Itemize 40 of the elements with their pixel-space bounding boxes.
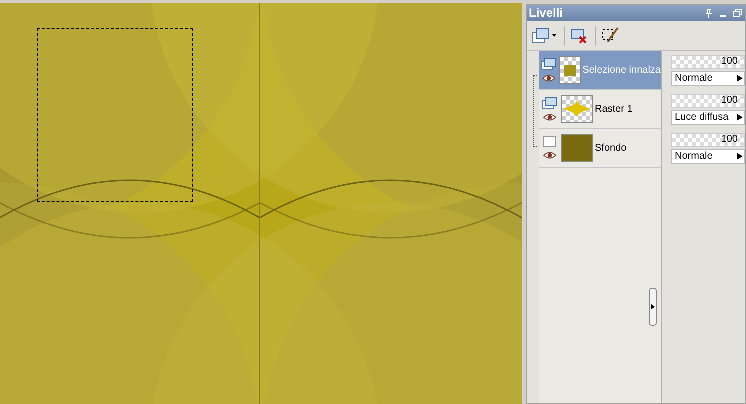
opacity-value: 100 bbox=[721, 57, 738, 67]
caret-icon bbox=[737, 153, 743, 160]
opacity-slider[interactable]: 100 bbox=[671, 94, 745, 108]
blend-mode-value: Luce diffusa bbox=[674, 112, 730, 122]
panel-title: Livelli bbox=[529, 7, 564, 19]
layer-name: Selezione innalza bbox=[582, 64, 661, 78]
edit-selection-button[interactable] bbox=[602, 26, 620, 44]
restore-icon[interactable] bbox=[733, 8, 743, 18]
layer-thumbnail bbox=[559, 56, 581, 84]
layer-row[interactable]: Sfondo bbox=[539, 129, 661, 168]
pin-icon[interactable] bbox=[705, 8, 713, 18]
panel-collapse-handle[interactable] bbox=[649, 288, 657, 326]
opacity-value: 100 bbox=[721, 135, 738, 145]
eye-icon[interactable] bbox=[543, 151, 557, 160]
layer-name: Sfondo bbox=[595, 142, 627, 156]
caret-icon bbox=[737, 75, 743, 82]
page-icon bbox=[543, 136, 557, 148]
opacity-slider[interactable]: 100 bbox=[671, 55, 745, 69]
layers-icon bbox=[542, 96, 558, 110]
layer-thumbnail bbox=[561, 95, 593, 123]
layers-icon bbox=[532, 28, 550, 44]
blend-mode-dropdown[interactable]: Normale bbox=[671, 149, 745, 164]
new-layer-button[interactable] bbox=[531, 28, 558, 44]
eye-icon[interactable] bbox=[543, 112, 557, 122]
caret-icon bbox=[737, 114, 743, 121]
delete-layer-button[interactable] bbox=[571, 28, 589, 44]
blend-mode-dropdown[interactable]: Normale bbox=[671, 71, 745, 86]
layer-thumbnail bbox=[561, 134, 593, 162]
delete-layer-icon bbox=[571, 28, 589, 44]
layers-icon bbox=[541, 58, 557, 70]
blend-mode-value: Normale bbox=[674, 74, 714, 84]
blend-mode-dropdown[interactable]: Luce diffusa bbox=[671, 110, 745, 125]
eye-icon[interactable] bbox=[542, 74, 556, 82]
opacity-value: 100 bbox=[721, 96, 738, 106]
blend-mode-value: Normale bbox=[674, 152, 714, 162]
layer-row[interactable]: Raster 1 bbox=[539, 90, 661, 129]
caret-icon bbox=[552, 34, 557, 37]
opacity-slider[interactable]: 100 bbox=[671, 133, 745, 147]
layer-name: Raster 1 bbox=[595, 102, 633, 116]
brush-selection-icon bbox=[602, 26, 620, 44]
